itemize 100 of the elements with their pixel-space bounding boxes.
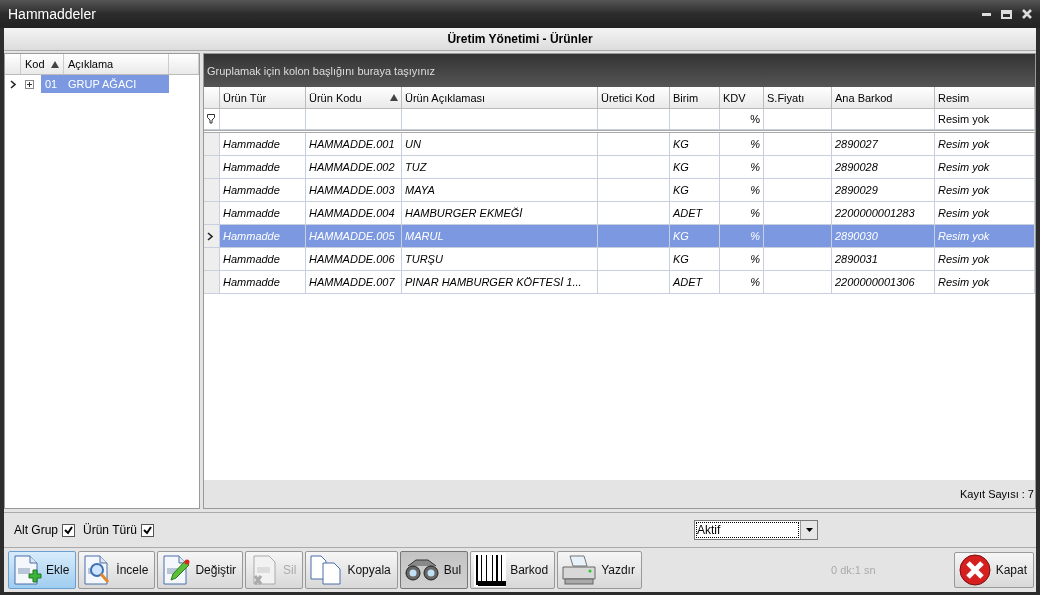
filter-cell[interactable]: % <box>720 109 764 130</box>
toolbar-button[interactable]: Kopyala <box>305 551 398 589</box>
row-indicator-icon <box>10 79 17 89</box>
table-cell: MAYA <box>405 184 435 196</box>
filter-cell[interactable] <box>598 109 670 130</box>
checkbox[interactable] <box>140 523 154 537</box>
sort-arrow-icon <box>51 60 59 68</box>
table-cell: 2890028 <box>835 161 878 173</box>
expand-icon[interactable] <box>25 79 34 89</box>
table-cell: ADET <box>673 276 703 288</box>
checkbox-label: Ürün Türü <box>83 523 137 537</box>
minimize-icon[interactable] <box>982 12 991 16</box>
table-cell: Resim yok <box>938 161 990 173</box>
toolbar-button[interactable]: İncele <box>78 551 156 589</box>
filter-cell[interactable] <box>306 109 402 130</box>
group-panel-hint: Gruplamak için kolon başlığını buraya taşıyınız <box>207 64 436 77</box>
table-cell: Resim yok <box>938 230 990 242</box>
toolbar-button[interactable]: Barkod <box>470 551 556 589</box>
table-cell: Resim yok <box>938 253 990 265</box>
filter-cell[interactable] <box>402 109 598 130</box>
table-cell: % <box>750 230 760 242</box>
record-count: Kayıt Sayısı : 7 <box>960 488 1034 500</box>
table-cell: % <box>750 253 760 265</box>
pencil-document-icon <box>161 554 192 586</box>
table-row[interactable]: Hammadde HAMMADDE.006 TURŞU KG % 2890031 Resim yok <box>204 248 1035 271</box>
checkbox-label: Alt Grup <box>14 523 58 537</box>
table-cell: HAMMADDE.005 <box>309 230 395 242</box>
close-icon <box>957 553 992 587</box>
table-cell: HAMMADDE.004 <box>309 207 395 219</box>
table-cell: Hammadde <box>223 230 280 242</box>
toolbar-button[interactable]: Değiştir <box>157 551 244 589</box>
table-cell: Resim yok <box>938 207 990 219</box>
column-header[interactable]: S.Fiyatı <box>764 87 832 109</box>
table-cell: Hammadde <box>223 161 280 173</box>
table-cell: 2200000001283 <box>835 207 915 219</box>
table-cell: ADET <box>673 207 703 219</box>
column-header[interactable]: Ürün Tür <box>220 87 306 109</box>
barcode-icon <box>474 552 507 588</box>
table-cell: HAMMADDE.003 <box>309 184 395 196</box>
table-row[interactable]: Hammadde HAMMADDE.002 TUZ KG % 2890028 Resim yok <box>204 156 1035 179</box>
copy-documents-icon <box>309 554 344 586</box>
filter-cell[interactable] <box>764 109 832 130</box>
table-cell: KG <box>673 184 689 196</box>
binoculars-icon <box>403 558 440 582</box>
table-cell: HAMMADDE.002 <box>309 161 395 173</box>
table-cell: Resim yok <box>938 276 990 288</box>
table-cell: HAMMADDE.001 <box>309 138 395 150</box>
table-cell: TURŞU <box>405 253 443 265</box>
column-header[interactable]: Kod <box>21 54 64 74</box>
table-cell: HAMMADDE.007 <box>309 276 395 288</box>
table-cell: PINAR HAMBURGER KÖFTESİ 1... <box>405 276 582 288</box>
column-header[interactable]: Birim <box>670 87 720 109</box>
toolbar-button[interactable]: Ekle <box>8 551 77 589</box>
filter-cell[interactable] <box>670 109 720 130</box>
row-indicator-icon <box>207 231 214 241</box>
filter-icon[interactable] <box>207 114 215 124</box>
column-header[interactable]: Ürün Kodu <box>306 87 402 109</box>
panel-title: Üretim Yönetimi - Ürünler <box>447 32 593 46</box>
filter-cell[interactable]: Resim yok <box>935 109 1035 130</box>
table-cell: MARUL <box>405 230 444 242</box>
table-cell: 2890027 <box>835 138 878 150</box>
maximize-icon[interactable] <box>1001 9 1012 19</box>
table-cell: Hammadde <box>223 138 280 150</box>
window-title: Hammaddeler <box>8 6 96 22</box>
toolbar-button[interactable]: Yazdır <box>557 551 642 589</box>
table-row[interactable]: Hammadde HAMMADDE.001 UN KG % 2890027 Resim yok <box>204 133 1035 156</box>
table-cell: KG <box>673 161 689 173</box>
filter-cell[interactable] <box>832 109 935 130</box>
column-header[interactable]: Üretici Kod <box>598 87 670 109</box>
dropdown-arrow-icon <box>805 528 813 532</box>
column-header[interactable]: Resim <box>935 87 1035 109</box>
table-cell: Hammadde <box>223 276 280 288</box>
table-cell: Hammadde <box>223 184 280 196</box>
column-header[interactable]: KDV <box>720 87 764 109</box>
table-row[interactable]: Hammadde HAMMADDE.003 MAYA KG % 2890029 Resim yok <box>204 179 1035 202</box>
table-cell: UN <box>405 138 421 150</box>
filter-cell[interactable] <box>220 109 306 130</box>
table-cell: 2890029 <box>835 184 878 196</box>
sort-arrow-icon <box>390 94 398 101</box>
close-icon[interactable] <box>1022 9 1032 19</box>
table-cell: TUZ <box>405 161 427 173</box>
table-row[interactable]: Hammadde HAMMADDE.007 PINAR HAMBURGER KÖFTESİ 1... ADET % 2200000001306 Resim yok <box>204 271 1035 294</box>
column-header[interactable]: Açıklama <box>64 54 169 74</box>
close-button[interactable]: Kapat <box>953 552 1034 588</box>
table-cell: 2890030 <box>835 230 878 242</box>
table-cell: % <box>750 161 760 173</box>
table-cell: % <box>750 276 760 288</box>
printer-icon <box>561 554 598 586</box>
header-corner <box>204 87 220 109</box>
column-header[interactable]: Ana Barkod <box>832 87 935 109</box>
add-document-icon <box>12 554 42 586</box>
status-dropdown[interactable]: Aktif <box>694 520 818 540</box>
table-cell: % <box>750 138 760 150</box>
table-cell: Hammadde <box>223 253 280 265</box>
table-cell: KG <box>673 138 689 150</box>
table-cell: HAMMADDE.006 <box>309 253 395 265</box>
table-cell: KG <box>673 230 689 242</box>
checkbox[interactable] <box>62 523 75 537</box>
toolbar-button[interactable]: Bul <box>399 551 469 589</box>
column-header[interactable]: Ürün Açıklaması <box>402 87 598 109</box>
